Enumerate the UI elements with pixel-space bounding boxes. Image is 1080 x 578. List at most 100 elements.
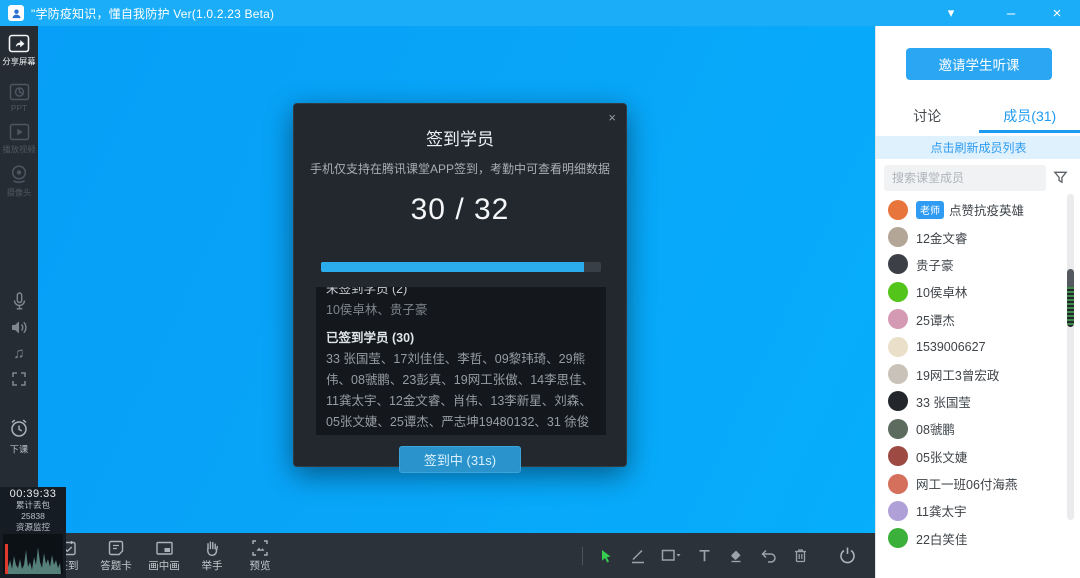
member-name: 11龚太宇 bbox=[916, 501, 966, 520]
avatar bbox=[888, 337, 908, 357]
text-icon bbox=[697, 548, 712, 563]
toolbar-item-raise-hand[interactable]: 举手 bbox=[190, 539, 234, 573]
resource-monitor-graph bbox=[3, 534, 63, 574]
sidebar-item-share-screen[interactable]: 分享屏幕 bbox=[0, 34, 38, 68]
not-signed-names: 10侯卓林、贵子豪 bbox=[326, 300, 596, 321]
modal-title: 签到学员 bbox=[294, 125, 626, 150]
sidebar-item-label: PPT bbox=[2, 103, 37, 112]
member-name: 19网工3曾宏政 bbox=[916, 365, 999, 384]
trash-icon bbox=[792, 547, 809, 564]
bottom-toolbar: 签到 答题卡 画中画 bbox=[38, 533, 875, 578]
filter-button[interactable] bbox=[1052, 169, 1069, 186]
sidebar-item-label: 摄像头 bbox=[2, 187, 37, 199]
member-search-row bbox=[876, 165, 1080, 192]
toolbar-item-preview[interactable]: 预览 bbox=[238, 539, 282, 573]
pen-tool-button[interactable] bbox=[629, 547, 646, 564]
avatar bbox=[888, 419, 908, 439]
member-name: 12金文睿 bbox=[916, 228, 967, 247]
member-name: 10侯卓林 bbox=[916, 282, 967, 301]
eraser-icon bbox=[727, 547, 744, 564]
microphone-button[interactable] bbox=[0, 292, 38, 311]
modal-subtitle: 手机仅支持在腾讯课堂APP签到，考勤中可查看明细数据 bbox=[294, 160, 626, 177]
modal-close-icon[interactable]: × bbox=[608, 110, 616, 125]
undo-button[interactable] bbox=[759, 548, 777, 564]
ppt-icon bbox=[9, 83, 30, 101]
sidebar-item-play-video[interactable]: 播放视频 bbox=[0, 123, 38, 156]
tab-discussion[interactable]: 讨论 bbox=[876, 102, 979, 133]
member-row[interactable]: 1539006627 bbox=[876, 333, 1080, 360]
member-list[interactable]: 老师 点赞抗疫英雄 12金文睿 贵子豪 10侯卓林 25谭杰 153900 bbox=[876, 196, 1080, 578]
avatar bbox=[888, 391, 908, 411]
text-tool-button[interactable] bbox=[697, 548, 712, 563]
member-row[interactable]: 10侯卓林 bbox=[876, 278, 1080, 305]
toolbar-item-label: 预览 bbox=[250, 558, 271, 573]
right-panel: 邀请学生听课 讨论 成员(31) 点击刷新成员列表 老师 点赞抗疫英雄 12金文… bbox=[875, 26, 1080, 578]
member-scrollbar-track[interactable] bbox=[1067, 194, 1074, 520]
member-name: 22白笑佳 bbox=[916, 529, 967, 548]
search-input[interactable] bbox=[884, 165, 1046, 191]
packet-loss-value: 25838 bbox=[2, 511, 65, 521]
network-status-panel: 00:39:33 累计丢包 25838 资源监控 bbox=[0, 487, 66, 578]
avatar bbox=[888, 282, 908, 302]
sidebar-item-camera[interactable]: 摄像头 bbox=[0, 164, 38, 199]
member-name: 05张文婕 bbox=[916, 447, 967, 466]
pointer-tool-button[interactable] bbox=[598, 548, 614, 564]
app-window: "学防疫知识，懂自我防护 Ver(1.0.2.23 Beta) ▾ – × 分享… bbox=[0, 0, 1080, 578]
end-class-button[interactable]: 下课 bbox=[0, 417, 38, 456]
sign-in-progress-fill bbox=[321, 262, 584, 272]
minimize-button[interactable]: – bbox=[994, 0, 1028, 26]
member-row[interactable]: 08虢鹏 bbox=[876, 415, 1080, 442]
pointer-icon bbox=[598, 548, 614, 564]
member-scrollbar-thumb[interactable] bbox=[1067, 269, 1074, 327]
titlebar: "学防疫知识，懂自我防护 Ver(1.0.2.23 Beta) ▾ – × bbox=[0, 0, 1080, 26]
shape-tool-button[interactable] bbox=[661, 548, 682, 563]
refresh-members-banner[interactable]: 点击刷新成员列表 bbox=[876, 136, 1080, 159]
sidebar-item-ppt[interactable]: PPT bbox=[0, 83, 38, 113]
sidebar-item-label: 分享屏幕 bbox=[2, 56, 37, 68]
invite-students-button[interactable]: 邀请学生听课 bbox=[906, 48, 1052, 80]
share-screen-icon bbox=[8, 34, 30, 53]
not-signed-header: 未签到学员 (2) bbox=[326, 287, 596, 300]
speaker-icon bbox=[10, 319, 29, 336]
panel-tabs: 讨论 成员(31) bbox=[876, 102, 1080, 133]
member-row[interactable]: 25谭杰 bbox=[876, 306, 1080, 333]
member-row[interactable]: 12金文睿 bbox=[876, 223, 1080, 250]
sidebar-item-label: 播放视频 bbox=[2, 144, 37, 156]
filter-icon bbox=[1052, 169, 1069, 186]
avatar bbox=[888, 227, 908, 247]
class-bell-icon bbox=[8, 417, 30, 439]
eraser-tool-button[interactable] bbox=[727, 547, 744, 564]
tab-members[interactable]: 成员(31) bbox=[979, 102, 1080, 133]
main-stage: × 签到学员 手机仅支持在腾讯课堂APP签到，考勤中可查看明细数据 30 / 3… bbox=[38, 26, 875, 578]
close-button[interactable]: × bbox=[1040, 0, 1074, 26]
toolbar-item-label: 举手 bbox=[202, 558, 223, 573]
member-row[interactable]: 贵子豪 bbox=[876, 251, 1080, 278]
titlebar-menu-button[interactable]: ▾ bbox=[934, 0, 968, 26]
member-row[interactable]: 11龚太宇 bbox=[876, 497, 1080, 524]
app-logo-icon bbox=[8, 5, 24, 21]
member-row[interactable]: 33 张国莹 bbox=[876, 388, 1080, 415]
avatar bbox=[888, 446, 908, 466]
member-row[interactable]: 老师 点赞抗疫英雄 bbox=[876, 196, 1080, 223]
member-row[interactable]: 19网工3曾宏政 bbox=[876, 360, 1080, 387]
member-row[interactable]: 05张文婕 bbox=[876, 443, 1080, 470]
toolbar-separator bbox=[582, 547, 583, 565]
member-row[interactable]: 22白笑佳 bbox=[876, 525, 1080, 552]
student-list[interactable]: 未签到学员 (2) 10侯卓林、贵子豪 已签到学员 (30) 33 张国莹、17… bbox=[316, 287, 606, 435]
signing-in-button[interactable]: 签到中 (31s) bbox=[399, 446, 521, 473]
fullscreen-button[interactable] bbox=[0, 371, 38, 387]
power-button[interactable] bbox=[838, 546, 857, 565]
avatar bbox=[888, 254, 908, 274]
toolbar-item-answer-card[interactable]: 答题卡 bbox=[94, 539, 138, 573]
sign-in-modal: × 签到学员 手机仅支持在腾讯课堂APP签到，考勤中可查看明细数据 30 / 3… bbox=[293, 103, 627, 467]
avatar bbox=[888, 309, 908, 329]
clear-all-button[interactable] bbox=[792, 547, 809, 564]
speaker-button[interactable] bbox=[0, 319, 38, 336]
toolbar-item-pip[interactable]: 画中画 bbox=[142, 539, 186, 573]
avatar bbox=[888, 200, 908, 220]
music-button[interactable]: ♫ bbox=[0, 345, 38, 363]
avatar bbox=[888, 474, 908, 494]
member-name: 网工一班06付海燕 bbox=[916, 474, 1017, 493]
member-row[interactable]: 网工一班06付海燕 bbox=[876, 470, 1080, 497]
member-name: 点赞抗疫英雄 bbox=[949, 200, 1024, 219]
